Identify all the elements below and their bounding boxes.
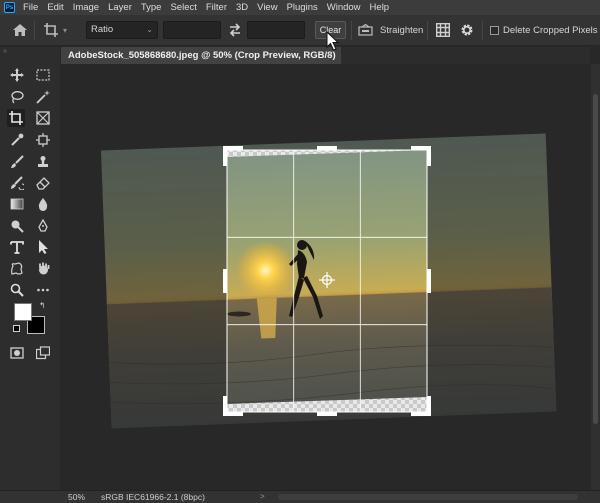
quick-mask-icon[interactable]: [8, 344, 26, 362]
stamp-tool-icon[interactable]: [34, 153, 52, 171]
collapse-panel-icon[interactable]: »: [3, 48, 7, 55]
menu-type[interactable]: Type: [141, 2, 162, 13]
crop-tool-icon[interactable]: [7, 109, 25, 127]
hand-tool-icon[interactable]: [34, 260, 52, 278]
separator: [427, 21, 428, 40]
move-tool-icon[interactable]: [8, 66, 26, 84]
ratio-value: Ratio: [91, 24, 114, 35]
status-bar: 50% sRGB IEC61966-2.1 (8bpc) >: [0, 490, 600, 503]
crop-preset-icon[interactable]: [44, 23, 58, 37]
pen-tool-icon[interactable]: [34, 217, 52, 235]
menu-plugins[interactable]: Plugins: [287, 2, 318, 13]
type-tool-icon[interactable]: [8, 238, 26, 256]
menu-window[interactable]: Window: [327, 2, 361, 13]
menu-3d[interactable]: 3D: [236, 2, 248, 13]
horizontal-scrollbar[interactable]: [278, 494, 578, 500]
menu-layer[interactable]: Layer: [108, 2, 132, 13]
shape-tool-icon[interactable]: [8, 260, 26, 278]
options-bar: ▾ Ratio ⌄ Clear Straighten Delete Croppe…: [0, 15, 600, 51]
straighten-label[interactable]: Straighten: [380, 25, 423, 36]
close-icon[interactable]: ×: [327, 50, 332, 60]
chevron-down-icon[interactable]: ▾: [63, 26, 67, 35]
foreground-color-swatch[interactable]: [14, 303, 32, 321]
crop-preview[interactable]: [61, 64, 591, 490]
eyedropper-tool-icon[interactable]: [8, 131, 26, 149]
marquee-tool-icon[interactable]: [34, 66, 52, 84]
delete-cropped-checkbox[interactable]: [490, 26, 499, 35]
ratio-dropdown[interactable]: Ratio ⌄: [86, 21, 158, 39]
menu-select[interactable]: Select: [170, 2, 196, 13]
separator: [482, 21, 483, 40]
menu-image[interactable]: Image: [73, 2, 99, 13]
dodge-tool-icon[interactable]: [8, 217, 26, 235]
separator: [34, 21, 35, 40]
menu-bar: Ps File Edit Image Layer Type Select Fil…: [0, 0, 600, 15]
document-canvas[interactable]: [61, 64, 591, 490]
mouse-pointer-icon: [326, 31, 340, 51]
magic-wand-tool-icon[interactable]: [34, 88, 52, 106]
document-tab-title: AdobeStock_505868680.jpeg @ 50% (Crop Pr…: [68, 50, 336, 61]
vertical-scrollbar[interactable]: [591, 64, 600, 490]
photoshop-logo: Ps: [4, 2, 15, 13]
gradient-tool-icon[interactable]: [8, 195, 26, 213]
eraser-tool-icon[interactable]: [34, 174, 52, 192]
screen-mode-icon[interactable]: [34, 344, 52, 362]
grid-overlay-icon[interactable]: [436, 23, 450, 37]
zoom-tool-icon[interactable]: [8, 281, 26, 299]
more-tools-icon[interactable]: [34, 281, 52, 299]
straighten-icon[interactable]: [358, 24, 373, 36]
status-menu-arrow[interactable]: >: [260, 492, 265, 501]
separator: [351, 21, 352, 40]
home-icon[interactable]: [12, 23, 28, 37]
height-input[interactable]: [247, 21, 305, 39]
path-selection-tool-icon[interactable]: [34, 238, 52, 256]
zoom-level[interactable]: 50%: [68, 492, 85, 502]
tools-panel: » ↰: [0, 47, 60, 490]
lasso-tool-icon[interactable]: [8, 88, 26, 106]
swap-colors-icon[interactable]: ↰: [39, 301, 46, 310]
gear-icon[interactable]: [460, 23, 474, 37]
chevron-down-icon: ⌄: [146, 25, 153, 34]
swap-icon[interactable]: [228, 23, 242, 37]
frame-tool-icon[interactable]: [34, 109, 52, 127]
blur-tool-icon[interactable]: [34, 195, 52, 213]
menu-edit[interactable]: Edit: [47, 2, 63, 13]
scrollbar-thumb[interactable]: [593, 94, 598, 424]
default-colors-icon[interactable]: [13, 325, 20, 332]
width-input[interactable]: [163, 21, 221, 39]
object-selection-tool-icon[interactable]: [34, 131, 52, 149]
menu-view[interactable]: View: [257, 2, 277, 13]
document-tab[interactable]: AdobeStock_505868680.jpeg @ 50% (Crop Pr…: [61, 47, 341, 64]
tab-strip: [341, 47, 590, 64]
menu-help[interactable]: Help: [370, 2, 390, 13]
delete-cropped-label[interactable]: Delete Cropped Pixels: [503, 25, 598, 36]
color-profile-info[interactable]: sRGB IEC61966-2.1 (8bpc): [101, 492, 205, 502]
history-brush-tool-icon[interactable]: [8, 174, 26, 192]
menu-file[interactable]: File: [23, 2, 38, 13]
menu-filter[interactable]: Filter: [206, 2, 227, 13]
brush-tool-icon[interactable]: [8, 153, 26, 171]
